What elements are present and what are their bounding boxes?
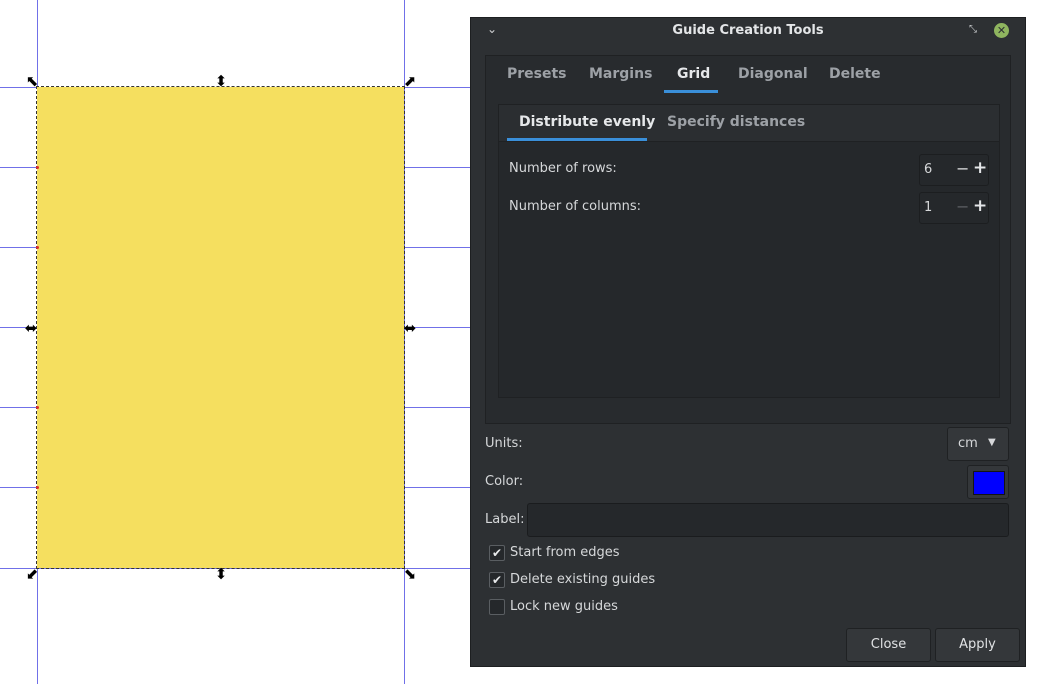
lock-new-guides-label[interactable]: Lock new guides xyxy=(510,599,618,614)
guide-anchor-dot xyxy=(36,166,39,169)
guide-creation-dialog: ⌄ Guide Creation Tools ⤡ ✕ Presets Margi… xyxy=(470,17,1026,667)
color-picker-button[interactable] xyxy=(967,465,1009,499)
dropdown-arrow-icon: ▼ xyxy=(988,437,996,448)
delete-existing-guides-checkbox[interactable]: ✔ xyxy=(489,572,505,588)
resize-handle-ne-icon[interactable]: ⬈ xyxy=(402,74,418,89)
lock-new-guides-checkbox[interactable] xyxy=(489,599,505,615)
subtab-bar: Distribute evenly Specify distances xyxy=(499,105,999,142)
resize-handle-n-icon[interactable]: ⬍ xyxy=(213,74,229,89)
start-from-edges-label[interactable]: Start from edges xyxy=(510,545,620,560)
dialog-titlebar[interactable]: ⌄ Guide Creation Tools ⤡ ✕ xyxy=(471,18,1025,44)
rows-value[interactable]: 6 xyxy=(924,162,932,177)
units-value: cm xyxy=(958,436,978,451)
close-button[interactable]: Close xyxy=(846,628,931,662)
subtab-specify-distances[interactable]: Specify distances xyxy=(667,114,805,130)
guide-anchor-dot xyxy=(36,246,39,249)
resize-handle-w-icon[interactable]: ⬌ xyxy=(23,321,39,336)
tab-grid[interactable]: Grid xyxy=(677,66,710,82)
units-label: Units: xyxy=(485,436,523,451)
columns-spinbutton[interactable]: 1 − + xyxy=(919,192,989,224)
guide-anchor-dot xyxy=(36,486,39,489)
tab-diagonal[interactable]: Diagonal xyxy=(738,66,808,82)
tab-margins[interactable]: Margins xyxy=(589,66,652,82)
plus-icon[interactable]: + xyxy=(973,196,987,216)
label-label: Label: xyxy=(485,512,525,527)
resize-handle-sw-icon[interactable]: ⬋ xyxy=(24,567,40,582)
resize-handle-se-icon[interactable]: ⬊ xyxy=(402,567,418,582)
grid-panel: Distribute evenly Specify distances Numb… xyxy=(498,104,1000,398)
units-dropdown[interactable]: cm ▼ xyxy=(947,427,1009,461)
resize-handle-e-icon[interactable]: ⬌ xyxy=(402,321,418,336)
apply-button[interactable]: Apply xyxy=(935,628,1020,662)
active-tab-indicator xyxy=(664,90,718,93)
columns-value[interactable]: 1 xyxy=(924,200,932,215)
delete-existing-guides-label[interactable]: Delete existing guides xyxy=(510,572,655,587)
rows-spinbutton[interactable]: 6 − + xyxy=(919,154,989,186)
restore-icon[interactable]: ⤡ xyxy=(969,24,977,35)
minus-icon[interactable]: − xyxy=(956,159,969,178)
guide-horizontal[interactable] xyxy=(0,568,470,569)
resize-handle-s-icon[interactable]: ⬍ xyxy=(213,567,229,582)
selected-rectangle[interactable] xyxy=(36,86,405,569)
close-icon[interactable]: ✕ xyxy=(994,23,1009,38)
guide-anchor-dot xyxy=(36,406,39,409)
color-swatch xyxy=(973,471,1005,495)
subtab-distribute-evenly[interactable]: Distribute evenly xyxy=(519,114,655,130)
resize-handle-nw-icon[interactable]: ⬉ xyxy=(24,74,40,89)
tab-delete[interactable]: Delete xyxy=(829,66,881,82)
plus-icon[interactable]: + xyxy=(973,158,987,178)
dialog-title: Guide Creation Tools xyxy=(672,23,824,38)
color-label: Color: xyxy=(485,474,524,489)
rows-label: Number of rows: xyxy=(509,161,617,176)
tab-presets[interactable]: Presets xyxy=(507,66,567,82)
columns-label: Number of columns: xyxy=(509,199,642,214)
tab-panel: Presets Margins Grid Diagonal Delete Dis… xyxy=(485,55,1011,424)
minus-icon: − xyxy=(956,197,970,216)
label-input[interactable] xyxy=(527,503,1009,537)
active-subtab-indicator xyxy=(507,138,647,141)
start-from-edges-checkbox[interactable]: ✔ xyxy=(489,545,505,561)
